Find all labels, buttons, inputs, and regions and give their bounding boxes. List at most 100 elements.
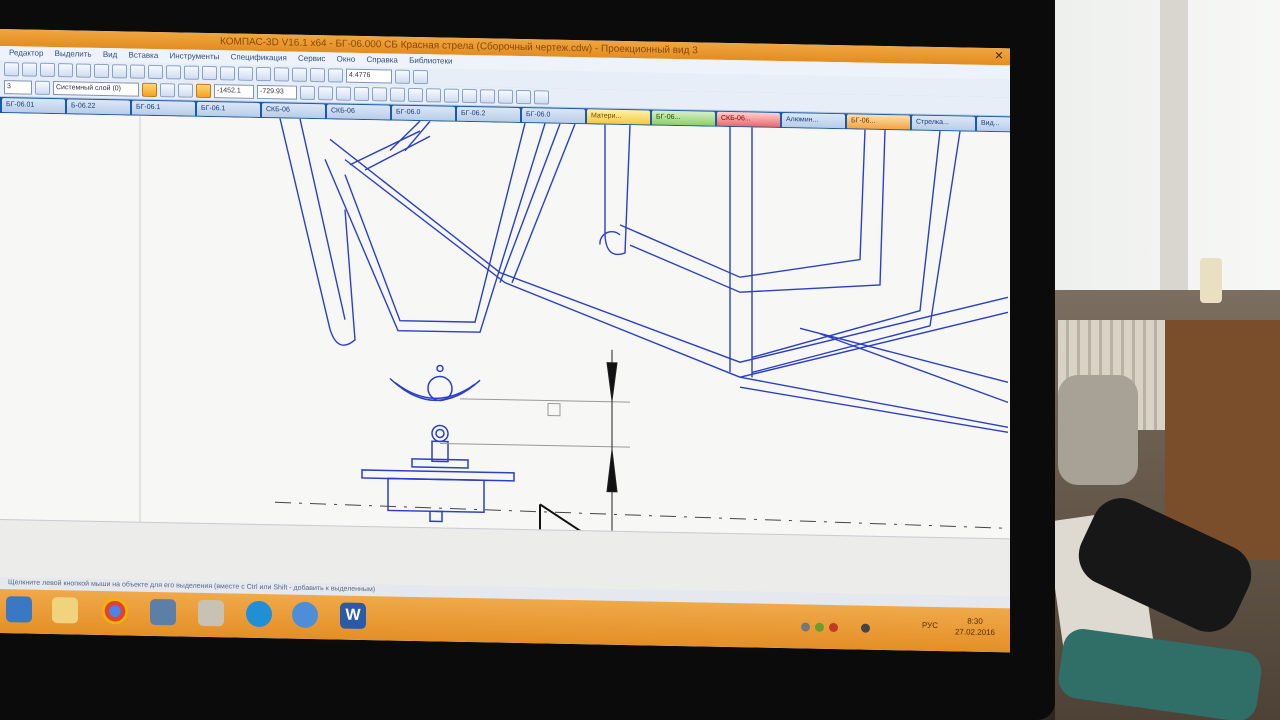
new-document-icon[interactable]: [4, 62, 19, 77]
wheel-hub: [387, 477, 485, 514]
spec-icon[interactable]: [462, 88, 477, 104]
frame-main-rail: [329, 138, 1009, 363]
document-tab[interactable]: БГ-06.0: [522, 108, 585, 124]
document-tab[interactable]: Б-06.22: [67, 99, 130, 115]
edit-icon[interactable]: [372, 87, 387, 102]
wheel-hub-bottom: [429, 510, 443, 523]
table-icon[interactable]: [498, 89, 513, 104]
cursor-crosshair-icon: [547, 403, 561, 417]
style-field[interactable]: 3: [4, 80, 32, 95]
volume-icon[interactable]: [861, 623, 870, 633]
menu-item-select[interactable]: Выделить: [55, 47, 92, 62]
frame-structure: [279, 118, 1009, 434]
update-icon[interactable]: [829, 622, 838, 633]
undo-icon[interactable]: [166, 65, 181, 80]
cursor-icon[interactable]: [300, 85, 315, 101]
zoom-window-icon[interactable]: [292, 67, 307, 82]
coord-x-field[interactable]: -1452.1: [214, 84, 254, 99]
save-icon[interactable]: [22, 62, 37, 77]
geometry-icon[interactable]: [318, 86, 333, 101]
drawing-canvas[interactable]: [0, 113, 1010, 563]
ortho-icon[interactable]: [160, 83, 175, 98]
menu-item-service[interactable]: Сервис: [298, 52, 325, 67]
cut-icon[interactable]: [94, 63, 109, 79]
grid-icon[interactable]: [202, 65, 217, 81]
clock[interactable]: 8:30 27.02.2016: [950, 615, 1000, 638]
document-tab[interactable]: Алюмин...: [782, 113, 845, 129]
screen: КОМПАС-3D V16.1 x64 - БГ-06.000 СБ Красн…: [0, 29, 1010, 653]
zoom-in-icon[interactable]: [310, 67, 325, 83]
document-tab[interactable]: СКБ-06: [327, 104, 390, 120]
document-tab[interactable]: СКБ-06...: [717, 111, 780, 127]
formula-icon[interactable]: [238, 66, 253, 81]
paste-icon[interactable]: [130, 64, 145, 79]
antivirus-icon[interactable]: [815, 622, 824, 632]
edge-icon[interactable]: [246, 600, 272, 628]
measure-icon[interactable]: [408, 87, 423, 103]
extension-line-top: [460, 398, 630, 403]
axle-inner-circle: [435, 428, 445, 439]
menu-item-libraries[interactable]: Библиотеки: [409, 54, 452, 69]
menu-item-view[interactable]: Вид: [103, 48, 117, 62]
properties-icon[interactable]: [220, 66, 235, 81]
line-style-icon[interactable]: [35, 80, 50, 95]
coord-y-field[interactable]: -729.93: [257, 84, 297, 100]
network-icon[interactable]: [801, 622, 810, 632]
parametrization-icon[interactable]: [390, 87, 405, 102]
view-manager-icon[interactable]: [444, 88, 459, 103]
frame-rear-tube: [751, 130, 961, 374]
print-icon[interactable]: [58, 63, 73, 78]
word-icon[interactable]: W: [340, 602, 366, 630]
preview-icon[interactable]: [76, 63, 91, 78]
redo-icon[interactable]: [184, 65, 199, 80]
pan-icon[interactable]: [395, 69, 410, 84]
document-tab[interactable]: Вид...: [977, 116, 1010, 132]
language-indicator[interactable]: РУС: [922, 621, 938, 630]
document-tab[interactable]: БГ-06.1: [132, 100, 195, 116]
document-tab[interactable]: Стрелка...: [912, 115, 975, 131]
start-icon[interactable]: [6, 596, 32, 623]
library-icon[interactable]: [256, 66, 271, 82]
document-tab[interactable]: БГ-06.01: [2, 98, 65, 114]
brush-icon[interactable]: [148, 64, 163, 80]
menu-item-specification[interactable]: Спецификация: [231, 50, 287, 65]
document-tab[interactable]: БГ-06...: [652, 110, 715, 126]
globe-icon[interactable]: [292, 601, 318, 629]
copy-icon[interactable]: [112, 64, 127, 79]
settings-icon[interactable]: [516, 89, 531, 105]
frame-tube-end: [599, 230, 621, 245]
document-tab[interactable]: БГ-06.0: [392, 105, 455, 121]
document-tab[interactable]: СКБ-06: [262, 103, 325, 119]
document-tab-materials[interactable]: Матери...: [587, 109, 650, 125]
local-cs-icon[interactable]: [178, 83, 193, 98]
chrome-icon[interactable]: [102, 597, 128, 625]
app-icon[interactable]: [150, 598, 176, 626]
zoom-out-icon[interactable]: [328, 68, 343, 83]
close-icon[interactable]: ✕: [992, 50, 1006, 63]
refresh-icon[interactable]: [413, 69, 428, 85]
rounding-icon[interactable]: [196, 83, 211, 99]
selection-icon[interactable]: [426, 88, 441, 103]
kompas-icon[interactable]: [198, 599, 224, 627]
snap-icon[interactable]: [142, 82, 157, 98]
explorer-icon[interactable]: [52, 596, 78, 624]
menu-item-help[interactable]: Справка: [367, 53, 398, 68]
designations-icon[interactable]: [354, 86, 369, 102]
help-icon[interactable]: [274, 67, 289, 82]
menu-item-tools[interactable]: Инструменты: [170, 49, 220, 64]
pivot-circle: [427, 375, 453, 402]
open-icon[interactable]: [40, 62, 55, 78]
frame-post: [604, 124, 631, 256]
attributes-icon[interactable]: [534, 90, 549, 105]
zoom-value-field[interactable]: 4.4776: [346, 68, 392, 84]
report-icon[interactable]: [480, 89, 495, 104]
document-tab[interactable]: БГ-06.1: [197, 101, 260, 117]
menu-item-window[interactable]: Окно: [337, 52, 356, 66]
dimensions-icon[interactable]: [336, 86, 351, 101]
axle-washer: [411, 458, 469, 469]
menu-item-insert[interactable]: Вставка: [129, 48, 159, 63]
layer-select[interactable]: Системный слой (0): [53, 81, 139, 97]
document-tab[interactable]: БГ-06...: [847, 114, 910, 130]
menu-item-editor[interactable]: Редактор: [9, 46, 43, 61]
document-tab[interactable]: БГ-06.2: [457, 106, 520, 122]
